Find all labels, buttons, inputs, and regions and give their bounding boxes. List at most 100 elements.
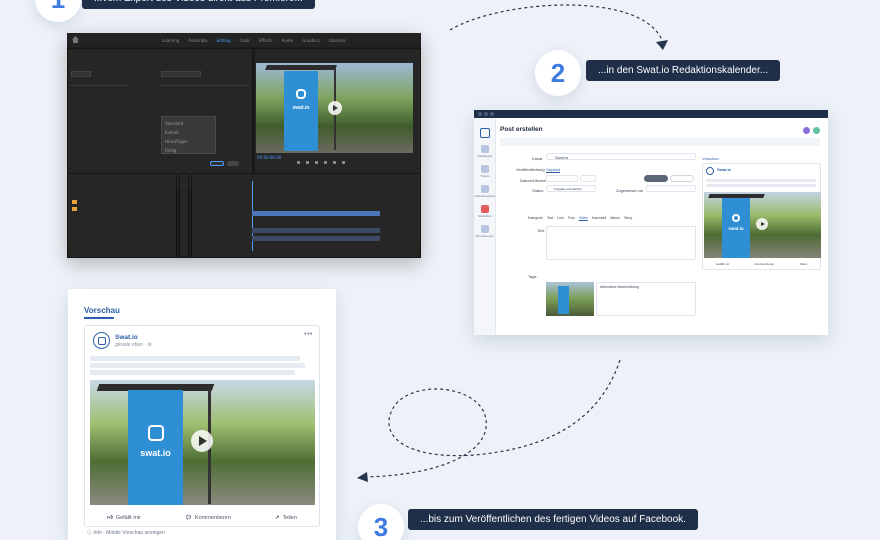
play-icon[interactable]: [328, 101, 342, 115]
format-dropdown[interactable]: [161, 71, 201, 77]
audio-clip-2[interactable]: [252, 236, 380, 241]
date-field[interactable]: [546, 175, 578, 182]
step-3-caption: ...bis zum Veröffentlichen des fertigen …: [408, 509, 698, 530]
facebook-preview-panel: Vorschau Swat.io gerade eben · ⚙ ••• swa…: [68, 289, 336, 540]
swatio-window: Dashboard Tickets Redaktionsplan Statist…: [474, 110, 828, 335]
preview-share[interactable]: Teilen: [799, 262, 807, 266]
step-2-caption: ...in den Swat.io Redaktionskalender...: [586, 60, 781, 81]
toggle-button-inactive[interactable]: [670, 175, 694, 182]
premiere-window: Learning Assembly Editing Color Effects …: [67, 33, 421, 258]
swatio-page-title: Post erstellen: [500, 126, 543, 133]
preview-tab[interactable]: Vorschau: [702, 156, 719, 161]
toggle-button-active[interactable]: [644, 175, 668, 182]
swatio-banner: swat.io: [284, 71, 318, 151]
tags-label: Tags: [528, 274, 537, 279]
menu-libraries[interactable]: Libraries: [329, 38, 346, 43]
tab-kategorie[interactable]: Kategorie: [528, 216, 543, 220]
user-avatar[interactable]: [803, 127, 810, 134]
comment-icon: 💬︎: [185, 515, 192, 521]
step-1-number: 1: [51, 0, 65, 15]
audio-clip-1[interactable]: [252, 228, 380, 233]
menu-graphics[interactable]: Graphics: [302, 38, 320, 43]
text-placeholder-2: [90, 363, 305, 368]
attached-video-thumbnail[interactable]: [546, 282, 594, 316]
export-options-menu[interactable]: Standard Einheit Hinzufügen Fertig: [161, 116, 216, 154]
window-chrome: [474, 110, 828, 118]
step-2-number: 2: [550, 57, 566, 88]
tab-story[interactable]: Story: [624, 216, 632, 220]
text-placeholder-3: [90, 370, 295, 375]
share-button[interactable]: ↗ Teilen: [275, 515, 297, 521]
swatio-banner-large: swat.io: [128, 390, 183, 505]
more-options-icon[interactable]: •••: [304, 331, 313, 338]
veroeffentlichung-label: Veröffentlichung: [516, 167, 545, 172]
dashed-arrow-2: [357, 359, 621, 482]
time-field[interactable]: [580, 175, 596, 182]
project-folder-2[interactable]: [72, 207, 77, 211]
post-text-area[interactable]: [546, 226, 696, 260]
option-4[interactable]: Fertig: [165, 148, 176, 153]
like-button[interactable]: 👍︎ Gefällt mir: [107, 515, 141, 521]
video-play-icon[interactable]: [191, 430, 213, 452]
zugewiesen-label: Zugewiesen an: [616, 188, 644, 193]
breadcrumb-bar: [500, 138, 820, 146]
sidebar-item-statistics[interactable]: Statistiken: [474, 205, 496, 218]
kanal-field[interactable]: Swat.io: [546, 153, 696, 160]
menu-audio[interactable]: Audio: [282, 38, 293, 43]
tab-video[interactable]: Video: [579, 216, 588, 220]
premiere-menu-bar: Learning Assembly Editing Color Effects …: [67, 33, 421, 47]
sidebar-item-calendar[interactable]: Redaktionsplan: [474, 185, 496, 198]
step-2-badge: 2: [535, 50, 581, 96]
post-video[interactable]: swat.io: [90, 380, 315, 505]
sidebar-item-tickets[interactable]: Tickets: [474, 165, 496, 178]
tab-text[interactable]: Text: [547, 216, 553, 220]
share-icon: ↗: [274, 515, 280, 521]
menu-assembly[interactable]: Assembly: [188, 38, 207, 43]
video-clip[interactable]: [252, 211, 380, 216]
datum-label: Datum/Uhrzeit: [520, 178, 546, 183]
tab-karussell[interactable]: Karussell: [592, 216, 606, 220]
status-dropdown[interactable]: Freigabe erforderlich: [546, 185, 596, 192]
option-3[interactable]: Hinzufügen: [165, 139, 188, 144]
page-avatar[interactable]: [93, 332, 110, 349]
swatio-logo-icon[interactable]: [480, 128, 490, 138]
alt-text-field[interactable]: Alternative Beschreibung: [596, 282, 696, 316]
account-avatar[interactable]: [813, 127, 820, 134]
content-tabs: Kategorie Text Link Foto Video Karussell…: [528, 216, 632, 220]
swatio-sidebar: Dashboard Tickets Redaktionsplan Statist…: [474, 118, 496, 335]
tab-album[interactable]: Album: [610, 216, 620, 220]
step-3-badge: 3: [358, 504, 404, 540]
facebook-post-card: Swat.io gerade eben · ⚙ ••• swat.io 👍︎ Ge…: [84, 325, 320, 527]
project-folder-1[interactable]: [72, 200, 77, 204]
project-panel: [67, 173, 177, 258]
preview-card: Swat.io swat.io Gefällt mir Kommentieren…: [702, 163, 821, 270]
page-name[interactable]: Swat.io: [115, 334, 138, 341]
sidebar-item-settings[interactable]: Einstellungen: [474, 225, 496, 238]
export-button[interactable]: [227, 161, 239, 166]
menu-editing[interactable]: Editing: [217, 38, 231, 43]
menu-learning[interactable]: Learning: [162, 38, 179, 43]
step-1-caption: ...vom Export des Videos direkt aus Prem…: [82, 0, 315, 9]
preview-heading-underline: [84, 317, 114, 319]
queue-button[interactable]: [210, 161, 224, 166]
preview-page-name: Swat.io: [717, 167, 732, 172]
source-dropdown[interactable]: [71, 71, 91, 77]
tab-foto[interactable]: Foto: [568, 216, 575, 220]
preview-play-icon[interactable]: [756, 218, 768, 230]
text-label: Text: [537, 228, 545, 233]
menu-effects[interactable]: Effects: [259, 38, 273, 43]
thumbs-up-icon: 👍︎: [107, 515, 113, 521]
preview-comment[interactable]: Kommentieren: [755, 262, 775, 266]
sidebar-item-dashboard[interactable]: Dashboard: [474, 145, 496, 158]
tools-panel: [179, 173, 189, 258]
mobile-preview-info[interactable]: ⓘ Info · Mobile Vorschau anzeigen: [87, 529, 165, 536]
option-2[interactable]: Einheit: [165, 130, 179, 135]
veroeffentlichung-option[interactable]: Geplant: [546, 167, 560, 172]
assignee-dropdown[interactable]: [646, 185, 696, 192]
tab-link[interactable]: Link: [557, 216, 563, 220]
preview-like[interactable]: Gefällt mir: [716, 262, 730, 266]
playback-controls[interactable]: [297, 161, 377, 165]
menu-color[interactable]: Color: [240, 38, 250, 43]
comment-button[interactable]: 💬︎ Kommentieren: [185, 515, 231, 521]
option-1[interactable]: Standard: [165, 121, 183, 126]
